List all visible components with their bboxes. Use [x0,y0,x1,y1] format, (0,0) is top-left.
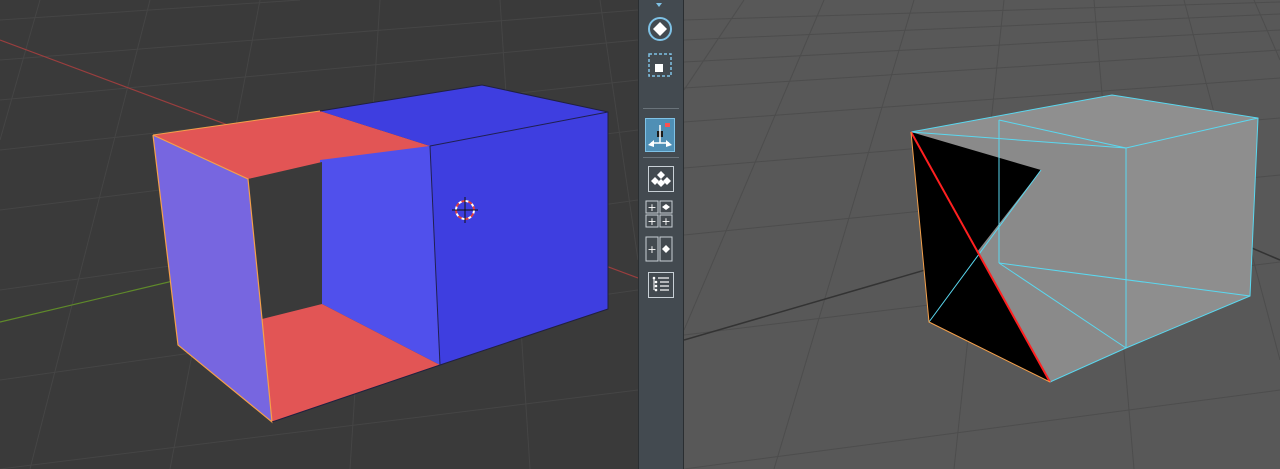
viewport-right-canvas[interactable] [684,0,1280,469]
svg-text:+: + [647,215,656,228]
grid-diamond-icon [651,171,671,187]
list-icon [652,276,669,292]
mesh-object[interactable] [152,84,609,424]
editor-window: + + + + [0,0,1280,469]
3d-viewport-right[interactable] [684,0,1280,469]
snap-align-tool[interactable] [645,118,675,152]
align-nodes-icon [648,123,672,147]
chevron-down-icon[interactable] [639,0,685,12]
select-box-icon [648,53,672,77]
tool-shelf: + + + + [638,0,684,469]
select-box-tool[interactable] [645,50,675,80]
svg-text:+: + [647,201,656,214]
grid-snap-tool[interactable] [648,166,674,192]
mesh-object[interactable] [910,94,1259,383]
diamond-circle-icon [648,17,672,41]
add-point-tool[interactable]: + [645,236,679,264]
toolbar-separator [643,108,679,109]
svg-text:+: + [661,215,670,228]
viewport-left-canvas[interactable] [0,0,638,469]
plus-point-icon: + [645,236,673,262]
list-tool[interactable] [648,272,674,298]
plus-grid-icon: + + + [645,200,673,228]
transform-gizmo-tool[interactable] [645,14,675,44]
3d-viewport-left[interactable] [0,0,638,469]
toolbar-separator [643,157,679,158]
add-remove-grid-tool[interactable]: + + + [645,200,679,230]
right-blue-face[interactable] [430,112,608,365]
svg-text:+: + [647,243,656,256]
right-face[interactable] [1126,118,1258,348]
